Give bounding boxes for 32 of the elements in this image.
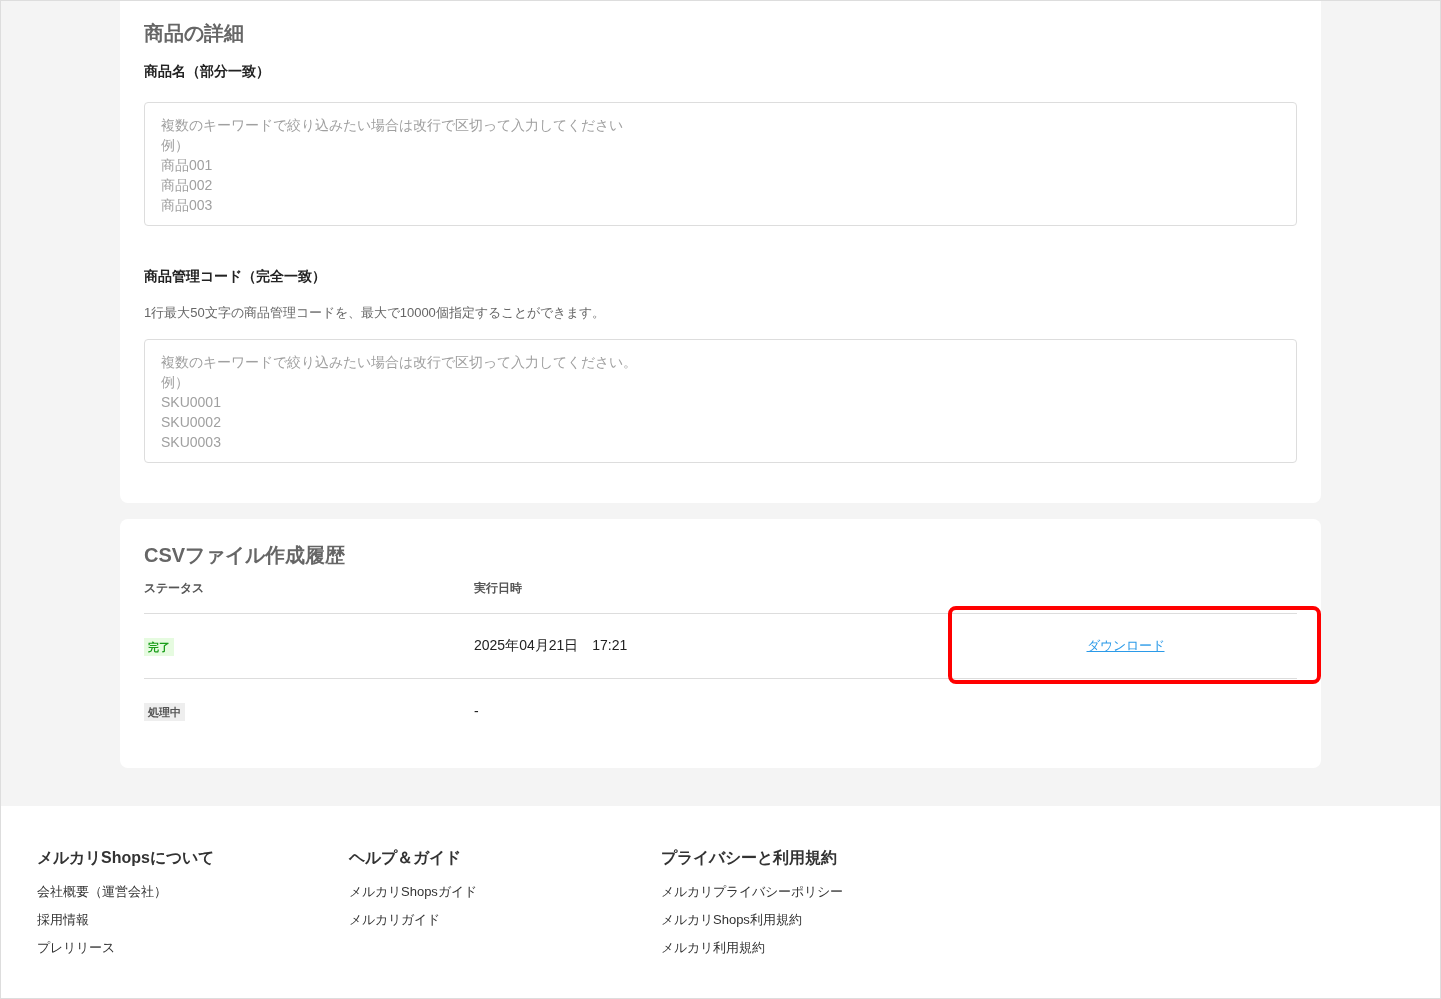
placeholder-line: 複数のキーワードで絞り込みたい場合は改行で区切って入力してください: [161, 116, 623, 135]
column-header: 実行日時: [474, 580, 522, 595]
placeholder-line: SKU0002: [161, 412, 221, 432]
footer-heading: ヘルプ＆ガイド: [349, 848, 462, 868]
footer-link[interactable]: 会社概要（運営会社）: [37, 878, 167, 906]
footer-link[interactable]: メルカリプライバシーポリシー: [661, 878, 843, 906]
placeholder-line: SKU0001: [161, 392, 221, 412]
placeholder-line: 例）: [161, 372, 189, 392]
footer-link[interactable]: メルカリガイド: [349, 906, 440, 934]
column-header: ステータス: [144, 580, 204, 595]
status-badge: 処理中: [144, 703, 185, 721]
section-title: CSVファイル作成履歴: [144, 542, 347, 567]
placeholder-line: 商品002: [161, 176, 213, 195]
placeholder-line: 複数のキーワードで絞り込みたい場合は改行で区切って入力してください。: [161, 352, 637, 372]
section-title: 商品の詳細: [144, 21, 245, 45]
placeholder-line: 例）: [161, 136, 189, 155]
placeholder-line: SKU0003: [161, 432, 221, 452]
footer-link[interactable]: メルカリ利用規約: [661, 934, 765, 962]
footer-link[interactable]: 採用情報: [37, 906, 89, 934]
field-label: 商品管理コード（完全一致）: [144, 267, 327, 286]
footer-link[interactable]: メルカリShopsガイド: [349, 878, 477, 906]
placeholder-line: 商品001: [161, 156, 213, 175]
field-label: 商品名（部分一致）: [144, 62, 271, 81]
footer-link[interactable]: メルカリShops利用規約: [661, 906, 802, 934]
table-cell: -: [474, 702, 479, 719]
placeholder-line: 商品003: [161, 196, 213, 215]
status-badge: 完了: [144, 637, 174, 656]
footer-heading: プライバシーと利用規約: [661, 848, 838, 868]
footer-heading: メルカリShopsについて: [37, 848, 215, 868]
help-text: 1行最大50文字の商品管理コードを、最大で10000個指定することができます。: [144, 304, 606, 322]
table-cell: 2025年04月21日 17:21: [474, 637, 628, 653]
footer-link[interactable]: プレリリース: [37, 934, 115, 962]
